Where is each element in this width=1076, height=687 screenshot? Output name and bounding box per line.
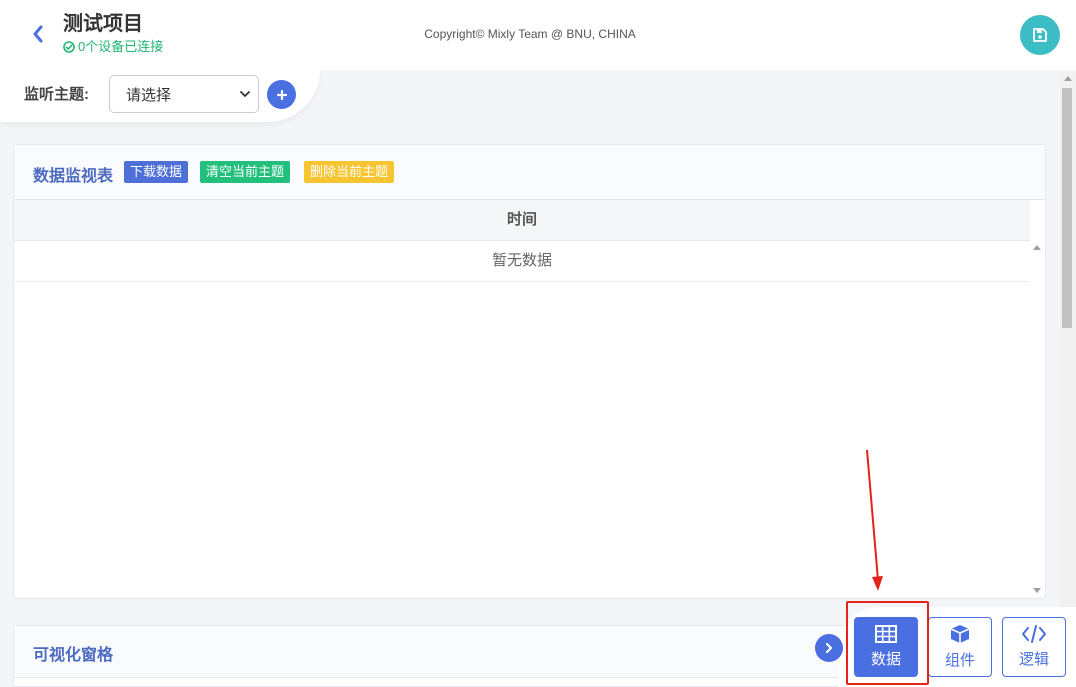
cube-icon bbox=[950, 625, 970, 643]
chevron-down-icon bbox=[240, 91, 250, 97]
copyright-text: Copyright© Mixly Team @ BNU, CHINA bbox=[424, 27, 636, 41]
scroll-down-icon[interactable] bbox=[1033, 588, 1041, 593]
chevron-right-icon bbox=[825, 642, 833, 654]
code-icon bbox=[1022, 625, 1046, 643]
data-monitor-card: 数据监视表 下载数据 清空当前主题 删除当前主题 时间 暂无数据 bbox=[13, 144, 1046, 599]
download-data-button[interactable]: 下载数据 bbox=[124, 161, 189, 183]
topic-select[interactable]: 请选择 bbox=[109, 75, 259, 113]
app-header: 测试项目 0个设备已连接 Copyright© Mixly Team @ BNU… bbox=[0, 0, 1076, 70]
save-button[interactable] bbox=[1020, 15, 1060, 55]
delete-topic-button[interactable]: 删除当前主题 bbox=[304, 161, 395, 183]
data-monitor-header: 数据监视表 下载数据 清空当前主题 删除当前主题 bbox=[14, 145, 1045, 200]
logic-tab-label: 逻辑 bbox=[1018, 651, 1049, 668]
scroll-up-icon[interactable] bbox=[1064, 76, 1072, 81]
annotation-highlight-box bbox=[846, 601, 929, 685]
data-monitor-title: 数据监视表 bbox=[33, 168, 114, 185]
component-tab-button[interactable]: 组件 bbox=[928, 617, 992, 677]
toolbar-toggle-button[interactable] bbox=[815, 634, 843, 662]
topic-label: 监听主题: bbox=[24, 86, 89, 103]
logic-tab-button[interactable]: 逻辑 bbox=[1002, 617, 1066, 677]
floppy-disk-icon bbox=[1033, 28, 1047, 42]
page-scrollbar[interactable] bbox=[1060, 72, 1076, 607]
topic-select-value: 请选择 bbox=[126, 86, 172, 104]
add-topic-button[interactable] bbox=[267, 80, 296, 109]
topic-panel: 监听主题: 请选择 bbox=[0, 70, 320, 122]
empty-row: 暂无数据 bbox=[14, 241, 1030, 282]
component-tab-label: 组件 bbox=[944, 652, 975, 669]
plus-icon bbox=[276, 89, 287, 100]
page-scrollbar-thumb[interactable] bbox=[1062, 88, 1072, 328]
column-header-time: 时间 bbox=[14, 200, 1030, 241]
check-circle-icon bbox=[63, 41, 75, 53]
scroll-up-icon[interactable] bbox=[1033, 245, 1041, 250]
clear-topic-button[interactable]: 清空当前主题 bbox=[200, 161, 291, 183]
table-scrollbar[interactable] bbox=[1030, 241, 1044, 597]
annotation-arrow-icon bbox=[866, 449, 883, 591]
visual-grid-title: 可视化窗格 bbox=[33, 647, 114, 664]
